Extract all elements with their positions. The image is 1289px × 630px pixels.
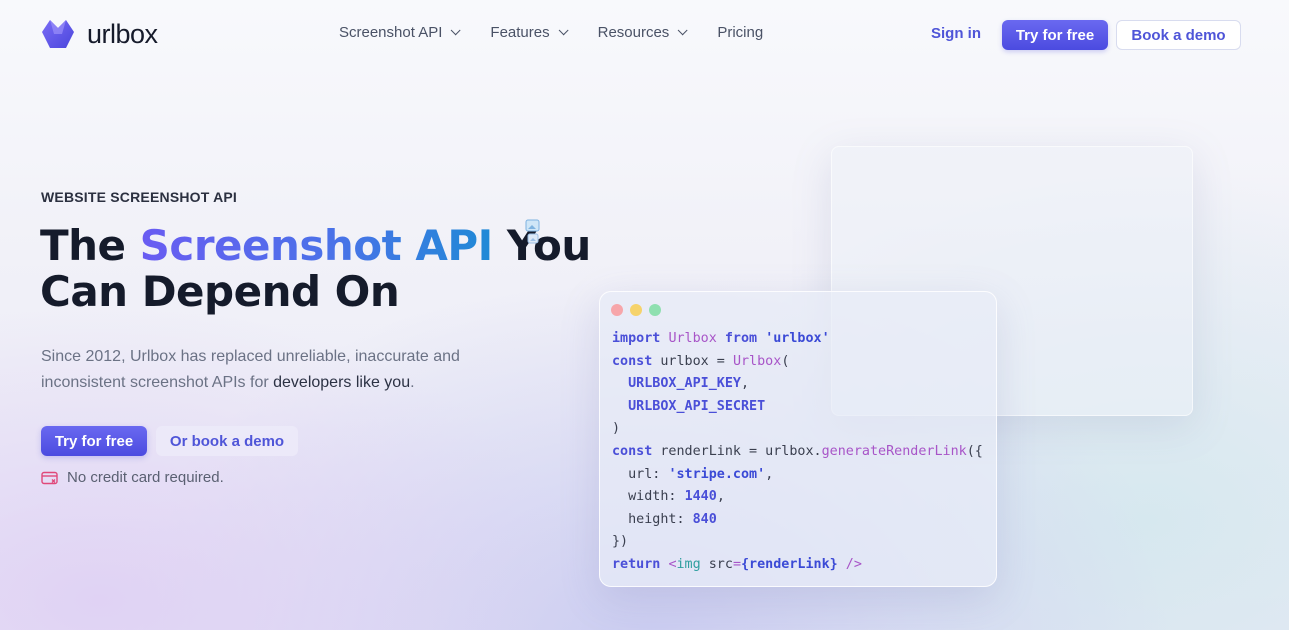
nav-item-label: Resources: [597, 24, 670, 41]
close-dot-icon: [611, 304, 623, 316]
code-token: ({: [966, 443, 983, 459]
subtitle-end: .: [410, 374, 415, 391]
code-token: 1440: [684, 489, 717, 505]
nav-item-label: Screenshot API: [339, 24, 443, 41]
chevron-down-icon: [677, 25, 688, 36]
no-credit-card-text: No credit card required.: [67, 469, 224, 486]
window-controls: [611, 304, 668, 316]
hero-eyebrow: WEBSITE SCREENSHOT API: [41, 189, 238, 205]
urlbox-logo-icon: [42, 20, 74, 48]
code-window: import Urlbox from 'urlbox' const urlbox…: [599, 291, 997, 587]
code-token: />: [837, 556, 862, 572]
code-token: 840: [692, 511, 717, 527]
no-credit-card-note: No credit card required.: [41, 469, 224, 486]
code-token: URLBOX_API_SECRET: [628, 398, 766, 414]
code-token: 'stripe.com': [668, 466, 766, 482]
top-nav: urlbox Screenshot API Features Resources…: [0, 0, 1289, 70]
brand-name: urlbox: [87, 18, 158, 49]
headline-prefix: The: [40, 221, 140, 270]
code-token: <: [668, 556, 677, 572]
headline-highlight: Screenshot API: [139, 221, 494, 270]
nav-menu: Screenshot API Features Resources Pricin…: [339, 24, 796, 41]
nav-item-label: Pricing: [717, 24, 764, 41]
code-token: from: [724, 331, 758, 346]
credit-card-off-icon: [41, 471, 58, 484]
subtitle-emphasis: developers like you: [273, 374, 411, 391]
nav-item-pricing[interactable]: Pricing: [717, 24, 763, 41]
code-token: import: [612, 331, 661, 346]
sign-in-link[interactable]: Sign in: [931, 25, 981, 42]
code-token: const: [612, 443, 653, 459]
code-token: }): [612, 534, 629, 550]
code-token: Urlbox: [668, 331, 717, 346]
code-token: 'urlbox': [765, 331, 830, 346]
code-token: url:: [628, 466, 669, 482]
code-token: const: [612, 353, 653, 369]
maximize-dot-icon: [649, 304, 661, 316]
code-token: ): [612, 421, 621, 437]
code-token: (: [781, 353, 790, 369]
code-token: {renderLink}: [741, 556, 838, 572]
code-token: urlbox =: [652, 353, 733, 369]
code-token: return: [612, 556, 661, 572]
try-for-free-nav-button[interactable]: Try for free: [1002, 20, 1108, 50]
chevron-down-icon: [558, 25, 569, 36]
code-token: =: [732, 556, 741, 572]
code-token: generateRenderLink: [821, 443, 967, 459]
code-token: img: [676, 556, 701, 572]
chevron-down-icon: [451, 25, 461, 36]
try-for-free-button[interactable]: Try for free: [41, 426, 147, 456]
image-icon: [525, 219, 540, 244]
code-snippet: import Urlbox from 'urlbox' const urlbox…: [612, 331, 983, 572]
book-demo-button[interactable]: Or book a demo: [156, 426, 298, 456]
code-token: Urlbox: [732, 353, 782, 369]
book-demo-nav-button[interactable]: Book a demo: [1116, 20, 1241, 50]
nav-item-resources[interactable]: Resources: [597, 24, 688, 41]
nav-item-features[interactable]: Features: [490, 24, 569, 41]
hero-headline: The Screenshot API You Can Depend On: [40, 223, 591, 315]
nav-item-screenshot-api[interactable]: Screenshot API: [339, 24, 461, 41]
headline-line-2: Can Depend On: [40, 267, 400, 316]
code-token: renderLink = urlbox.: [652, 443, 822, 459]
logo[interactable]: urlbox: [40, 18, 158, 50]
code-token: src: [700, 556, 733, 572]
code-token: width:: [628, 489, 685, 505]
nav-item-label: Features: [490, 24, 550, 41]
hero-subtitle: Since 2012, Urlbox has replaced unreliab…: [41, 344, 511, 396]
headline-line-1: The Screenshot API You: [40, 223, 591, 269]
code-token: URLBOX_API_KEY: [628, 376, 741, 392]
code-token: height:: [628, 511, 693, 527]
minimize-dot-icon: [630, 304, 642, 316]
